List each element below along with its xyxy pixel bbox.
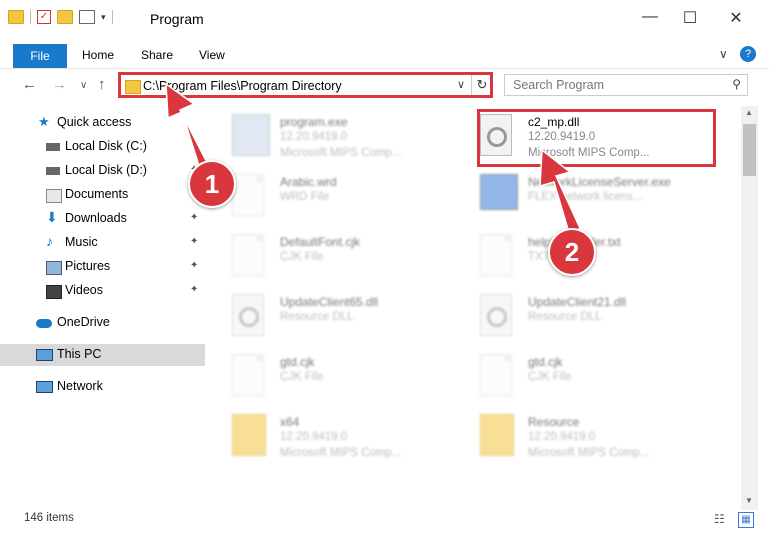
callout-1: 1 [188,160,236,208]
status-item-count: 146 items [24,512,74,524]
annotation-arrows [165,82,581,238]
callout-2: 2 [548,228,596,276]
details-view-icon[interactable]: ☷ [714,512,725,526]
tiles-view-icon[interactable]: ▦ [738,512,754,528]
arrow-2 [539,148,581,238]
